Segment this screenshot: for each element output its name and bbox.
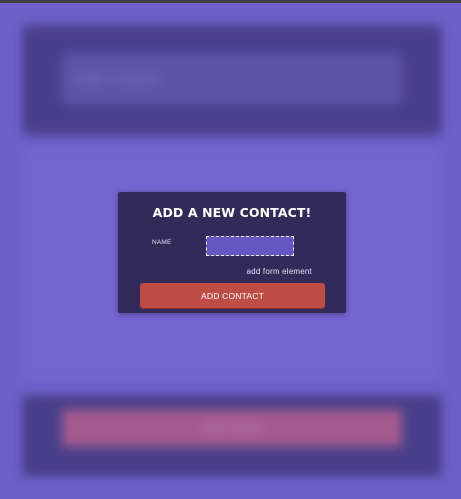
background-search-input: Enter a search	[62, 53, 402, 105]
modal-title: ADD A NEW CONTACT!	[152, 205, 312, 220]
background-footer: Add Contact	[22, 395, 442, 477]
name-input[interactable]	[206, 236, 294, 256]
add-contact-modal: ADD A NEW CONTACT! NAME add form element…	[118, 192, 346, 313]
add-form-element-link[interactable]: add form element	[247, 267, 312, 276]
app-frame: Enter a search Add Contact ADD A NEW CON…	[0, 0, 461, 499]
background-add-button: Add Contact	[62, 409, 402, 447]
add-contact-button[interactable]: ADD CONTACT	[140, 283, 325, 308]
background-header: Enter a search	[22, 25, 442, 135]
name-label: NAME	[152, 239, 172, 246]
